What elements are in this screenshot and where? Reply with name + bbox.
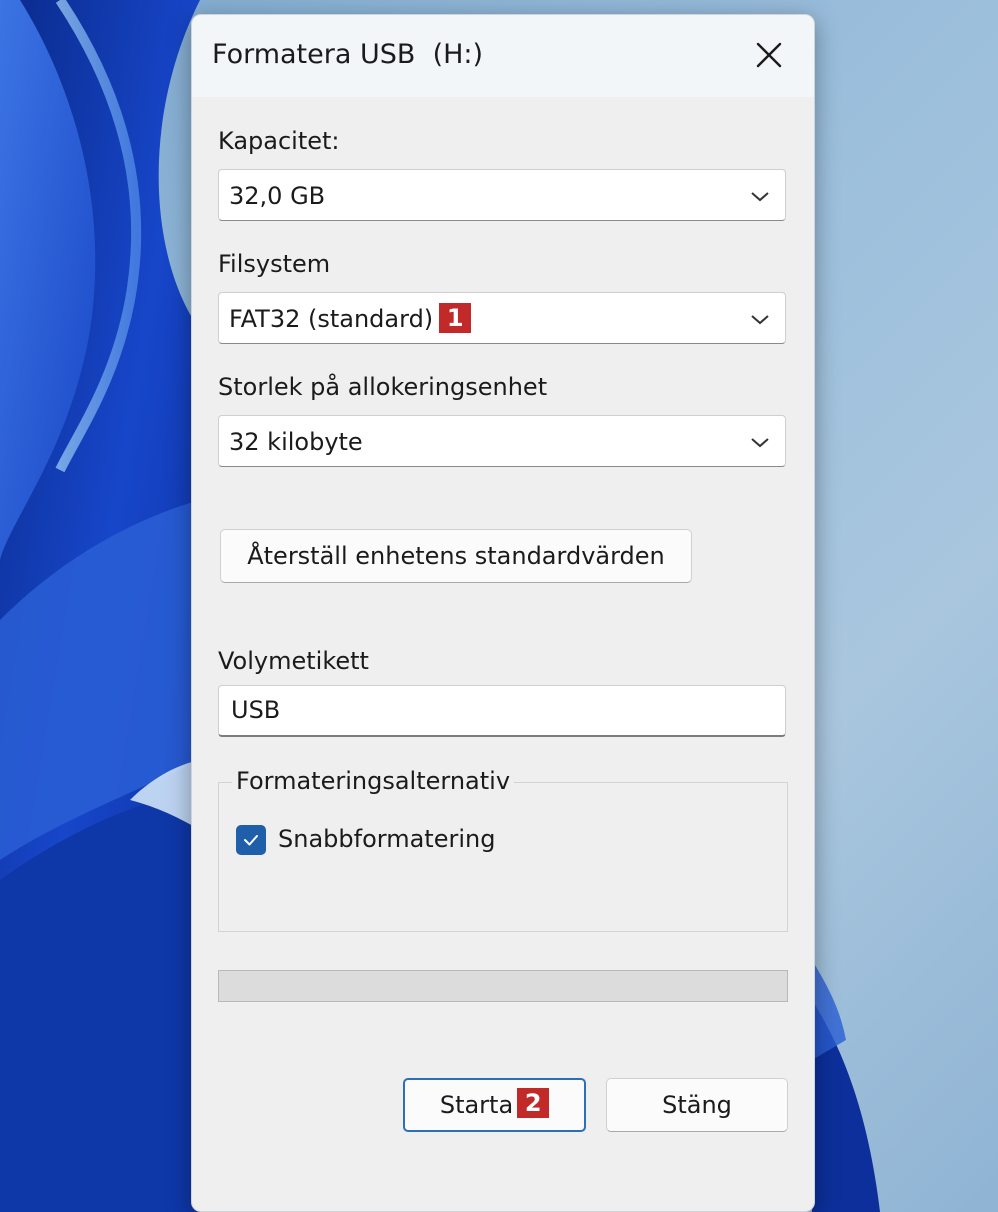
quick-format-label[interactable]: Snabbformatering bbox=[278, 825, 495, 853]
annotation-marker-2: 2 bbox=[517, 1088, 550, 1118]
chevron-down-icon bbox=[751, 315, 769, 325]
volume-label-label: Volymetikett bbox=[218, 647, 369, 675]
filesystem-value-wrap: FAT32 (standard) 1 bbox=[229, 303, 472, 335]
close-dialog-button[interactable]: Stäng bbox=[606, 1078, 788, 1132]
format-options-group bbox=[218, 782, 788, 932]
capacity-label: Kapacitet: bbox=[218, 127, 340, 155]
restore-defaults-button[interactable]: Återställ enhetens standardvärden bbox=[220, 529, 692, 583]
capacity-dropdown[interactable]: 32,0 GB bbox=[218, 169, 786, 221]
allocation-label: Storlek på allokeringsenhet bbox=[218, 373, 548, 401]
format-options-legend: Formateringsalternativ bbox=[232, 767, 515, 795]
quick-format-checkbox[interactable] bbox=[236, 825, 266, 855]
close-icon bbox=[756, 42, 782, 68]
start-button-label: Starta bbox=[439, 1091, 514, 1119]
start-button[interactable]: Starta 2 bbox=[403, 1078, 586, 1132]
filesystem-dropdown[interactable]: FAT32 (standard) 1 bbox=[218, 292, 786, 344]
format-progress-bar bbox=[218, 970, 788, 1002]
volume-label-input[interactable]: USB bbox=[218, 685, 786, 737]
dialog-title: Formatera USB (H:) bbox=[212, 39, 484, 70]
annotation-marker-1: 1 bbox=[439, 303, 472, 333]
chevron-down-icon bbox=[751, 192, 769, 202]
allocation-value: 32 kilobyte bbox=[229, 428, 363, 456]
format-dialog: Formatera USB (H:) Kapacitet: 32,0 GB Fi… bbox=[191, 14, 815, 1212]
close-button[interactable] bbox=[740, 33, 798, 77]
capacity-value: 32,0 GB bbox=[229, 182, 326, 210]
title-bar: Formatera USB (H:) bbox=[192, 15, 814, 97]
filesystem-label: Filsystem bbox=[218, 250, 331, 278]
checkmark-icon bbox=[244, 835, 258, 846]
allocation-dropdown[interactable]: 32 kilobyte bbox=[218, 415, 786, 467]
filesystem-value: FAT32 (standard) bbox=[229, 305, 434, 333]
chevron-down-icon bbox=[751, 438, 769, 448]
